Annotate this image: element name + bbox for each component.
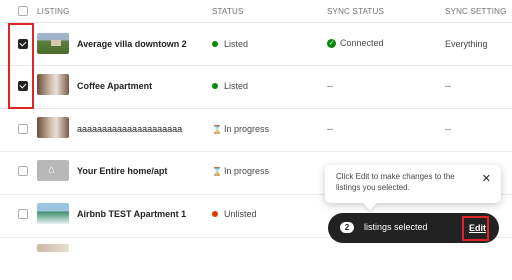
sync-setting-cell: Everything [445, 39, 488, 49]
listing-thumbnail[interactable]: ⌂ [37, 160, 69, 181]
status-cell: Unlisted [212, 209, 257, 219]
column-header-sync-setting: SYNC SETTING [445, 7, 507, 16]
status-cell: ⌛ In progress [212, 124, 270, 134]
check-circle-icon: ✓ [327, 39, 336, 49]
popover-text: Click Edit to make changes to the listin… [336, 172, 455, 192]
listing-thumbnail[interactable] [37, 117, 69, 138]
sync-setting-cell: -- [445, 81, 451, 91]
status-cell: ⌛ In progress [212, 166, 270, 176]
listing-title[interactable]: Average villa downtown 2 [77, 39, 187, 49]
listing-thumbnail[interactable] [37, 203, 69, 224]
home-icon: ⌂ [48, 164, 55, 176]
edit-highlight [462, 216, 489, 241]
hourglass-icon: ⌛ [212, 125, 222, 134]
column-header-status: STATUS [212, 7, 244, 16]
column-header-sync-status: SYNC STATUS [327, 7, 385, 16]
listing-title[interactable]: Coffee Apartment [77, 81, 152, 91]
select-all-checkbox[interactable] [18, 6, 28, 16]
table-row[interactable]: aaaaaaaaaaaaaaaaaaaaa ⌛ In progress -- -- [0, 109, 512, 152]
table-header: LISTING STATUS SYNC STATUS SYNC SETTING [0, 0, 512, 23]
column-header-listing: LISTING [37, 7, 70, 16]
close-icon[interactable]: ✕ [482, 172, 491, 185]
listing-title[interactable]: aaaaaaaaaaaaaaaaaaaaa [77, 124, 182, 134]
row-checkbox[interactable] [18, 166, 28, 176]
sync-status-cell: ✓ Connected [327, 38, 384, 49]
selected-count-badge: 2 [340, 222, 354, 233]
sync-status-cell: -- [327, 124, 333, 134]
status-cell: Listed [212, 81, 248, 91]
sync-status-cell: -- [327, 81, 333, 91]
sync-setting-cell: -- [445, 124, 451, 134]
listing-thumbnail[interactable] [37, 33, 69, 54]
listing-title[interactable]: Your Entire home/apt [77, 166, 167, 176]
row-checkbox[interactable] [18, 124, 28, 134]
status-dot-icon [212, 210, 218, 217]
edit-hint-popover: Click Edit to make changes to the listin… [325, 165, 501, 203]
table-row[interactable]: Coffee Apartment Listed -- -- [0, 66, 512, 109]
row-checkbox[interactable] [18, 209, 28, 219]
listing-title[interactable]: Airbnb TEST Apartment 1 [77, 209, 186, 219]
status-dot-icon [212, 40, 218, 47]
checkbox-highlight [8, 23, 34, 109]
status-cell: Listed [212, 39, 248, 49]
selected-label: listings selected [364, 222, 428, 232]
status-dot-icon [212, 82, 218, 89]
table-row[interactable] [0, 238, 512, 280]
listing-thumbnail[interactable] [37, 74, 69, 95]
table-row[interactable]: Average villa downtown 2 Listed ✓ Connect… [0, 23, 512, 66]
hourglass-icon: ⌛ [212, 167, 222, 176]
